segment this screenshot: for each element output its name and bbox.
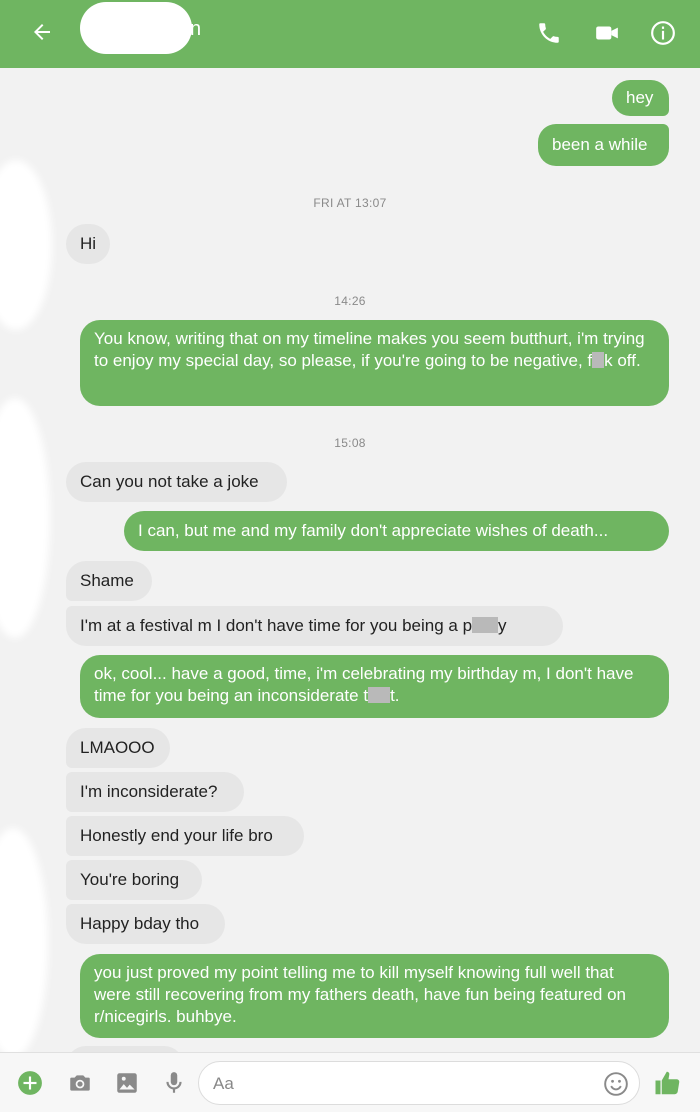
timestamp: FRI AT 13:07 <box>313 196 387 210</box>
conversation-header: n <box>0 0 700 68</box>
censor-bar <box>592 352 605 368</box>
censor-bar <box>472 617 499 633</box>
avatar-redaction <box>0 828 48 1052</box>
message-outgoing[interactable]: been a while <box>538 124 669 166</box>
message-outgoing[interactable]: ok, cool... have a good, time, i'm celeb… <box>80 655 669 718</box>
message-incoming[interactable]: LMAOOO <box>66 728 170 768</box>
message-outgoing[interactable]: I can, but me and my family don't apprec… <box>124 511 669 551</box>
message-outgoing[interactable]: You know, writing that on my timeline ma… <box>80 320 669 406</box>
contact-name[interactable]: n <box>190 18 201 41</box>
message-outgoing[interactable]: hey <box>612 80 669 116</box>
message-incoming[interactable]: I'm inconsiderate? <box>66 772 244 812</box>
message-composer: Aa <box>0 1052 700 1112</box>
message-incoming[interactable]: Hi <box>66 224 110 264</box>
message-input[interactable]: Aa <box>198 1061 640 1105</box>
microphone-icon[interactable] <box>161 1070 187 1096</box>
message-incoming[interactable]: I'm at a festival m I don't have time fo… <box>66 606 563 646</box>
message-incoming[interactable]: Honestly end your life bro <box>66 816 304 856</box>
message-thread[interactable]: hey been a while FRI AT 13:07 Hi 14:26 Y… <box>0 68 700 1052</box>
thumbs-up-icon[interactable] <box>653 1068 683 1098</box>
avatar-redaction <box>0 398 50 638</box>
message-incoming[interactable]: Shame <box>66 561 152 601</box>
video-camera-icon[interactable] <box>594 20 620 46</box>
phone-icon[interactable] <box>536 20 562 46</box>
censor-bar <box>368 687 391 703</box>
message-incoming[interactable]: Can you not take a joke <box>66 462 287 502</box>
arrow-left-icon[interactable] <box>30 20 54 44</box>
emoji-icon[interactable] <box>603 1071 629 1097</box>
message-outgoing[interactable]: you just proved my point telling me to k… <box>80 954 669 1038</box>
message-incoming[interactable]: Happy bday tho <box>66 904 225 944</box>
contact-name-redaction <box>80 2 192 54</box>
image-icon[interactable] <box>114 1070 140 1096</box>
timestamp: 14:26 <box>334 294 366 308</box>
timestamp: 15:08 <box>334 436 366 450</box>
plus-circle-icon[interactable] <box>17 1070 43 1096</box>
camera-icon[interactable] <box>67 1070 93 1096</box>
message-incoming[interactable]: You're boring <box>66 860 202 900</box>
info-icon[interactable] <box>650 20 676 46</box>
